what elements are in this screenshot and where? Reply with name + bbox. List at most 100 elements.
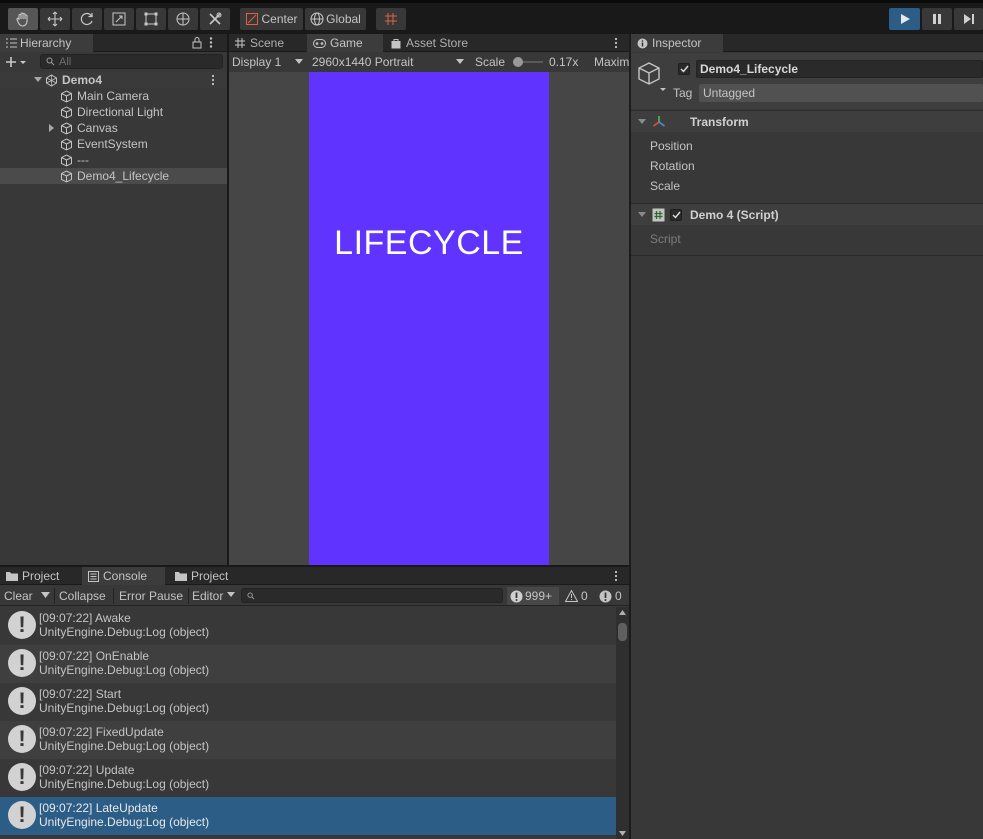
collapsed-arrow-icon[interactable] bbox=[48, 124, 56, 132]
hierarchy-item[interactable]: Canvas bbox=[0, 120, 227, 136]
scene-kebab-icon[interactable] bbox=[211, 74, 215, 86]
log-entry[interactable]: ! [09:07:22] FixedUpdate UnityEngine.Deb… bbox=[0, 721, 616, 759]
hierarchy-item-label: --- bbox=[77, 153, 89, 167]
console-search-input[interactable] bbox=[241, 588, 503, 603]
pivot-center-toggle[interactable]: Center bbox=[240, 8, 303, 30]
scroll-up-arrow-icon[interactable] bbox=[619, 610, 626, 615]
hierarchy-item[interactable]: Directional Light bbox=[0, 104, 227, 120]
warning-filter-toggle[interactable]: 0 bbox=[562, 587, 594, 605]
collapse-toggle[interactable]: Collapse bbox=[56, 587, 109, 605]
log-stacktrace: UnityEngine.Debug:Log (object) bbox=[39, 739, 210, 753]
tab-project-label: Project bbox=[22, 569, 60, 583]
tab-project-2[interactable]: Project bbox=[169, 567, 249, 585]
error-count: 0 bbox=[615, 589, 622, 603]
tab-game[interactable]: Game bbox=[307, 34, 383, 52]
tab-asset-store-label: Asset Store bbox=[406, 36, 469, 50]
object-header: Demo4_Lifecycle Tag Untagged bbox=[631, 53, 983, 109]
clear-button[interactable]: Clear bbox=[1, 587, 36, 605]
scale-value: 0.17x bbox=[549, 55, 579, 69]
script-component-header[interactable]: Demo 4 (Script) bbox=[631, 203, 983, 225]
grid-snap-button[interactable] bbox=[376, 8, 406, 30]
tab-console-label: Console bbox=[103, 569, 148, 583]
display-dropdown[interactable]: Display 1 bbox=[229, 52, 306, 72]
tag-value: Untagged bbox=[703, 86, 756, 100]
search-placeholder: All bbox=[59, 55, 72, 68]
scroll-down-arrow-icon[interactable] bbox=[619, 831, 626, 836]
hand-tool-button[interactable] bbox=[8, 8, 38, 30]
tab-console[interactable]: Console bbox=[82, 567, 165, 585]
folder-icon bbox=[6, 571, 18, 581]
play-icon bbox=[899, 13, 911, 25]
pause-button[interactable] bbox=[922, 8, 952, 30]
create-add-button[interactable] bbox=[5, 55, 27, 69]
hand-icon bbox=[15, 11, 31, 27]
tab-project[interactable]: Project bbox=[0, 567, 80, 585]
move-icon bbox=[47, 11, 63, 27]
scale-slider-thumb[interactable] bbox=[513, 57, 523, 67]
log-stacktrace: UnityEngine.Debug:Log (object) bbox=[39, 663, 210, 677]
lock-icon[interactable] bbox=[192, 36, 202, 49]
hierarchy-item[interactable]: Main Camera bbox=[0, 88, 227, 104]
log-entry[interactable]: ! [09:07:22] Start UnityEngine.Debug:Log… bbox=[0, 683, 616, 721]
hierarchy-tabbar: Hierarchy bbox=[0, 34, 227, 52]
move-tool-button[interactable] bbox=[40, 8, 70, 30]
tab-inspector[interactable]: Inspector bbox=[631, 34, 723, 52]
space-global-toggle[interactable]: Global bbox=[305, 8, 366, 30]
scene-row-demo4[interactable]: Demo4 bbox=[0, 72, 227, 88]
rotation-label: Rotation bbox=[650, 159, 695, 173]
log-message: [09:07:22] LateUpdate bbox=[39, 801, 158, 815]
maximize-on-play-toggle[interactable]: Maxim bbox=[594, 55, 629, 69]
transform-component-header[interactable]: Transform bbox=[631, 110, 983, 132]
game-render-area[interactable]: LIFECYCLE bbox=[229, 72, 629, 565]
resolution-label: 2960x1440 Portrait bbox=[312, 55, 414, 69]
gameobject-cube-icon bbox=[60, 153, 73, 167]
gameobject-cube-icon bbox=[60, 121, 73, 135]
custom-tool-button[interactable] bbox=[200, 8, 230, 30]
hierarchy-item[interactable]: EventSystem bbox=[0, 136, 227, 152]
error-pause-toggle[interactable]: Error Pause bbox=[116, 587, 186, 605]
play-button[interactable] bbox=[889, 8, 920, 30]
active-checkbox[interactable] bbox=[678, 63, 690, 75]
log-message: [09:07:22] OnEnable bbox=[39, 649, 150, 663]
kebab-menu-icon[interactable] bbox=[209, 36, 213, 49]
scale-property-label: Scale bbox=[650, 179, 681, 193]
console-icon bbox=[88, 570, 99, 582]
gameobject-cube-icon bbox=[60, 89, 73, 103]
log-entry[interactable]: ! [09:07:22] Awake UnityEngine.Debug:Log… bbox=[0, 607, 616, 645]
globe-icon bbox=[310, 12, 324, 26]
error-filter-toggle[interactable]: 0 bbox=[596, 587, 628, 605]
hierarchy-item-label: Main Camera bbox=[77, 89, 150, 103]
scrollbar-thumb[interactable] bbox=[618, 623, 627, 641]
log-entry-selected[interactable]: ! [09:07:22] LateUpdate UnityEngine.Debu… bbox=[0, 797, 616, 835]
scale-tool-button[interactable] bbox=[104, 8, 134, 30]
console-scrollbar[interactable] bbox=[616, 607, 629, 839]
tab-scene[interactable]: Scene bbox=[229, 34, 305, 52]
resolution-dropdown[interactable]: 2960x1440 Portrait bbox=[308, 52, 468, 72]
log-entry[interactable]: ! [09:07:22] Update UnityEngine.Debug:Lo… bbox=[0, 759, 616, 797]
log-filter-toggle[interactable]: 999+ bbox=[507, 587, 559, 605]
rect-tool-button[interactable] bbox=[136, 8, 166, 30]
transform-tool-button[interactable] bbox=[168, 8, 198, 30]
editor-dropdown[interactable]: Editor bbox=[189, 587, 226, 605]
script-enabled-checkbox[interactable] bbox=[670, 208, 682, 221]
hierarchy-search-input[interactable]: All bbox=[40, 54, 223, 69]
tab-asset-store[interactable]: Asset Store bbox=[385, 34, 485, 52]
log-entry[interactable]: ! [09:07:22] OnEnable UnityEngine.Debug:… bbox=[0, 645, 616, 683]
console-kebab-icon[interactable] bbox=[614, 570, 618, 582]
tag-dropdown[interactable]: Untagged bbox=[699, 84, 983, 102]
scene-hash-icon bbox=[235, 38, 245, 48]
panel-splitter[interactable] bbox=[629, 34, 631, 839]
game-kebab-icon[interactable] bbox=[614, 37, 618, 49]
log-message: [09:07:22] Awake bbox=[39, 611, 131, 625]
hierarchy-item-selected[interactable]: Demo4_Lifecycle bbox=[0, 168, 227, 184]
rotate-tool-button[interactable] bbox=[72, 8, 102, 30]
hierarchy-item[interactable]: --- bbox=[0, 152, 227, 168]
clear-dropdown-arrow-icon[interactable] bbox=[41, 592, 50, 599]
list-icon bbox=[6, 38, 17, 48]
object-name-field[interactable]: Demo4_Lifecycle bbox=[696, 60, 983, 78]
log-count: 999+ bbox=[525, 589, 553, 603]
tab-hierarchy[interactable]: Hierarchy bbox=[0, 34, 93, 52]
game-view-panel: Scene Game Asset Store Display 1 2960x14… bbox=[229, 34, 629, 565]
step-button[interactable] bbox=[954, 8, 983, 30]
gameobject-cube-icon bbox=[60, 105, 73, 119]
